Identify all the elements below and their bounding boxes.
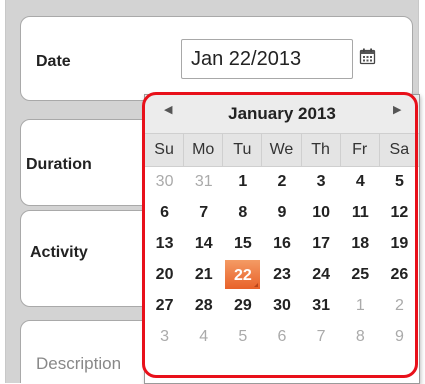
day-cell[interactable]: 15 xyxy=(223,228,262,259)
day-cell[interactable]: 29 xyxy=(223,290,262,321)
day-cell[interactable]: 8 xyxy=(223,197,262,228)
day-cell[interactable]: 4 xyxy=(184,321,223,352)
next-month-icon[interactable]: ▶ xyxy=(393,103,401,116)
day-cell[interactable]: 27 xyxy=(145,290,184,321)
month-title: January 2013 xyxy=(228,104,336,123)
weekday-label: Tu xyxy=(223,134,263,166)
day-cell[interactable]: 2 xyxy=(380,290,419,321)
day-cell[interactable]: 11 xyxy=(341,197,380,228)
day-cell[interactable]: 8 xyxy=(341,321,380,352)
day-cell[interactable]: 23 xyxy=(262,259,301,290)
datepicker-popup: ◀ January 2013 ▶ Su Mo Tu We Th Fr Sa 30 31 1 2 3 4… xyxy=(144,94,420,384)
weekday-header: Su Mo Tu We Th Fr Sa xyxy=(145,133,419,167)
duration-label: Duration xyxy=(26,156,92,173)
day-cell[interactable]: 9 xyxy=(262,197,301,228)
day-cell[interactable]: 24 xyxy=(302,259,341,290)
day-cell[interactable]: 26 xyxy=(380,259,419,290)
day-cell[interactable]: 5 xyxy=(380,166,419,197)
calendar-header: ◀ January 2013 ▶ xyxy=(145,95,419,133)
weekday-label: Sa xyxy=(389,141,410,158)
day-cell[interactable]: 14 xyxy=(184,228,223,259)
day-cell[interactable]: 3 xyxy=(302,166,341,197)
day-cell[interactable]: 5 xyxy=(223,321,262,352)
weekday-label: Mo xyxy=(184,134,224,166)
weekday-label: Su xyxy=(145,134,185,166)
activity-label: Activity xyxy=(30,244,88,261)
day-cell[interactable]: 17 xyxy=(302,228,341,259)
day-cell[interactable]: 31 xyxy=(184,166,223,197)
day-cell[interactable]: 3 xyxy=(145,321,184,352)
day-cell[interactable]: 16 xyxy=(262,228,301,259)
description-placeholder: Description xyxy=(36,354,122,373)
day-cell[interactable]: 10 xyxy=(302,197,341,228)
day-cell[interactable]: 30 xyxy=(145,166,184,197)
weekday-label: Th xyxy=(302,134,341,166)
day-cell[interactable]: 7 xyxy=(184,197,223,228)
day-cell[interactable]: 1 xyxy=(341,290,380,321)
day-cell[interactable]: 6 xyxy=(262,321,301,352)
date-field[interactable]: Jan 22/2013 xyxy=(181,39,353,79)
day-grid: 30 31 1 2 3 4 5 6 7 8 9 10 11 12 13 14 15 16 17 18 19 20 21 22 2… xyxy=(145,166,419,352)
day-cell[interactable]: 25 xyxy=(341,259,380,290)
day-cell[interactable]: 6 xyxy=(145,197,184,228)
day-cell[interactable]: 9 xyxy=(380,321,419,352)
day-cell[interactable]: 21 xyxy=(184,259,223,290)
calendar-icon[interactable] xyxy=(359,48,376,65)
weekday-label: We xyxy=(262,134,302,166)
day-cell[interactable]: 12 xyxy=(380,197,419,228)
day-cell[interactable]: 1 xyxy=(223,166,262,197)
day-cell[interactable]: 7 xyxy=(302,321,341,352)
day-cell[interactable]: 28 xyxy=(184,290,223,321)
day-cell[interactable]: 30 xyxy=(262,290,301,321)
day-cell[interactable]: 19 xyxy=(380,228,419,259)
date-label: Date xyxy=(36,53,71,70)
day-cell-selected[interactable]: 22 xyxy=(225,260,261,289)
day-cell[interactable]: 2 xyxy=(262,166,301,197)
weekday-label: Fr xyxy=(341,134,380,166)
day-cell[interactable]: 4 xyxy=(341,166,380,197)
day-cell[interactable]: 31 xyxy=(302,290,341,321)
day-cell[interactable]: 18 xyxy=(341,228,380,259)
day-cell[interactable]: 13 xyxy=(145,228,184,259)
day-cell[interactable]: 20 xyxy=(145,259,184,290)
